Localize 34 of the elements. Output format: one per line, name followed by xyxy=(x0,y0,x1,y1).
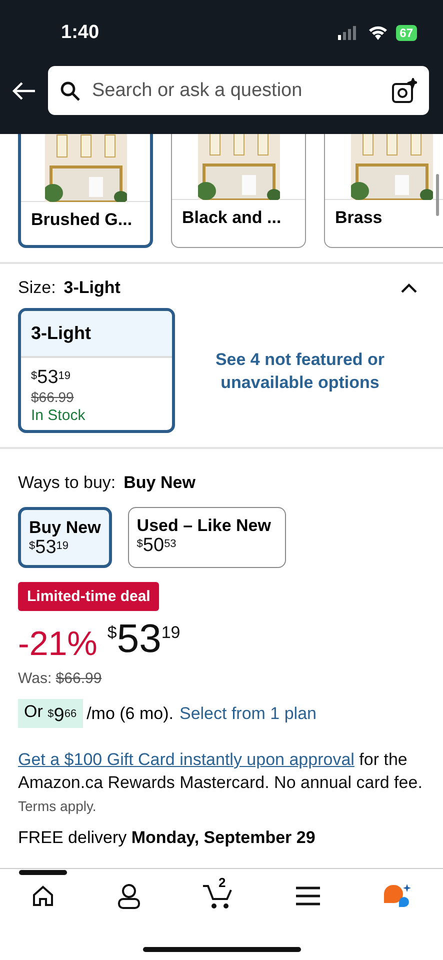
status-time: 1:40 xyxy=(61,22,100,44)
color-swatch[interactable]: Brushed G... xyxy=(18,134,153,248)
delivery-info: FREE delivery Monday, September 29 xyxy=(18,828,316,848)
plan-link[interactable]: Select from 1 plan xyxy=(179,704,316,724)
menu-icon xyxy=(296,886,320,906)
more-options-link[interactable]: See 4 not featured or unavailable options xyxy=(175,348,425,394)
back-arrow-icon[interactable] xyxy=(12,80,36,100)
size-value: 3-Light xyxy=(64,278,120,298)
size-label: Size: xyxy=(18,278,56,298)
discount-percent: -21% xyxy=(18,625,98,664)
battery-level: 67 xyxy=(396,25,417,41)
color-swatch[interactable]: Brass xyxy=(324,134,443,248)
chat-bubbles-icon xyxy=(382,883,412,909)
home-icon xyxy=(30,884,55,908)
signal-icon xyxy=(338,26,358,40)
color-swatch[interactable]: Black and ... xyxy=(171,134,306,248)
search-field[interactable]: Search or ask a question xyxy=(48,66,429,115)
wifi-icon xyxy=(368,26,388,40)
ways-to-buy-value: Buy New xyxy=(124,473,196,493)
selected-tab-indicator xyxy=(18,870,67,875)
nav-button[interactable]: 2 xyxy=(190,869,246,913)
cart-count: 2 xyxy=(218,875,226,890)
installment-terms: /mo (6 mo). xyxy=(86,704,174,724)
person-icon xyxy=(116,883,141,909)
ways-to-buy-label: Ways to buy: xyxy=(18,473,116,493)
deal-badge: Limited-time deal xyxy=(18,582,160,611)
chevron-icon[interactable] xyxy=(401,283,417,293)
stock-status: In Stock xyxy=(31,407,86,424)
list-price: $66.99 xyxy=(31,389,75,405)
gift-card-link[interactable]: Get a $100 Gift Card instantly upon approval xyxy=(18,750,354,769)
was-price: Was: $66.99 xyxy=(18,670,103,687)
card-promo: Get a $100 Gift Card instantly upon approval for the Amazon.ca Rewards Mastercard. No annual card fee. Terms apply. xyxy=(18,749,424,816)
camera-icon[interactable] xyxy=(391,78,417,104)
search-icon xyxy=(60,80,80,100)
